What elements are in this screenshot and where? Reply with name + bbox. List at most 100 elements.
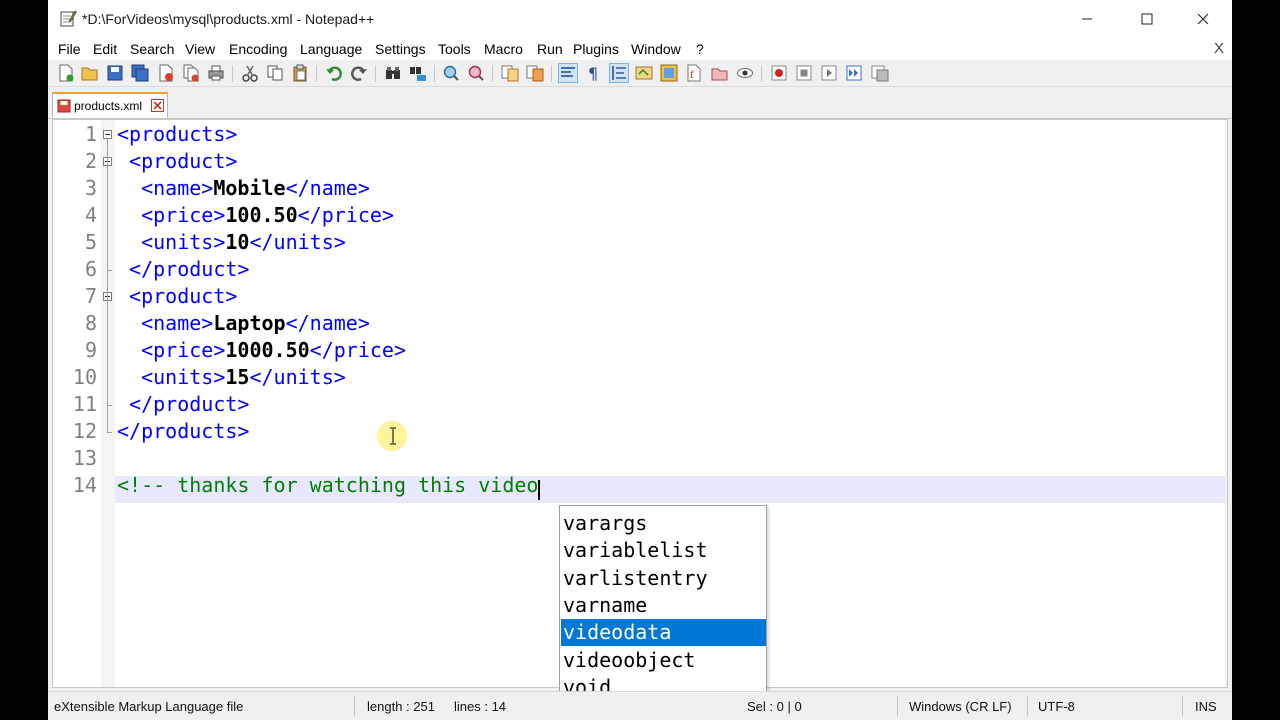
zoom-in-button[interactable] xyxy=(442,64,460,82)
status-separator xyxy=(354,696,355,716)
fold-margin[interactable] xyxy=(101,120,115,687)
autocomplete-item[interactable]: variablelist xyxy=(561,537,766,564)
word-wrap-icon xyxy=(561,67,575,77)
stop-recording-button[interactable] xyxy=(795,64,813,82)
tab-close-icon[interactable] xyxy=(151,99,164,112)
undo-button[interactable] xyxy=(325,64,343,82)
autocomplete-item[interactable]: videodata xyxy=(561,619,766,647)
undo-icon xyxy=(326,66,342,81)
code-line[interactable]: </products> xyxy=(117,418,249,445)
code-line[interactable]: <units>15</units> xyxy=(117,364,346,391)
menu-encoding[interactable]: Encoding xyxy=(229,41,287,57)
line-number: 6 xyxy=(84,257,97,281)
print-button[interactable] xyxy=(207,64,225,82)
xml-tag: <units> xyxy=(117,230,226,254)
menu-plugins[interactable]: Plugins xyxy=(573,41,619,57)
run-macro-multiple-button[interactable] xyxy=(845,64,863,82)
redo-button[interactable] xyxy=(350,64,368,82)
code-line[interactable]: <products> xyxy=(117,121,237,148)
xml-tag: </product> xyxy=(117,392,250,416)
xml-comment: <!-- thanks for watching this video xyxy=(117,473,539,497)
word-wrap-button[interactable] xyxy=(558,63,578,83)
autocomplete-item[interactable]: varname xyxy=(561,592,766,619)
menu-macro[interactable]: Macro xyxy=(484,41,523,57)
code-line[interactable]: </product> xyxy=(117,256,249,283)
minimize-button[interactable] xyxy=(1064,0,1110,38)
playback-button[interactable] xyxy=(820,64,838,82)
open-file-button[interactable] xyxy=(81,64,99,82)
tab-bar: products.xml xyxy=(48,87,1232,119)
fold-end-marker xyxy=(107,405,112,406)
menu-tools[interactable]: Tools xyxy=(438,41,471,57)
code-line[interactable]: </product> xyxy=(117,391,249,418)
code-line[interactable]: <name>Mobile</name> xyxy=(117,175,370,202)
menu-settings[interactable]: Settings xyxy=(375,41,426,57)
close-all-button[interactable] xyxy=(182,64,200,82)
menu-view[interactable]: View xyxy=(185,41,215,57)
line-number: 8 xyxy=(84,311,97,335)
menu-language[interactable]: Language xyxy=(300,41,362,57)
line-number: 10 xyxy=(72,365,97,389)
monitoring-button[interactable] xyxy=(736,64,754,82)
sync-horizontal-button[interactable] xyxy=(526,64,544,82)
sync-vertical-button[interactable] xyxy=(501,64,519,82)
xml-text: 10 xyxy=(225,230,250,254)
notepadpp-app-icon xyxy=(60,10,77,27)
toolbar-separator xyxy=(761,65,762,82)
line-number: 7 xyxy=(84,284,97,308)
menu-file[interactable]: File xyxy=(58,41,81,57)
menu-help[interactable]: ? xyxy=(696,41,704,57)
code-line[interactable]: <name>Laptop</name> xyxy=(117,310,370,337)
new-file-button[interactable] xyxy=(57,64,75,82)
code-line[interactable]: <product> xyxy=(117,283,237,310)
xml-tag: <product> xyxy=(117,149,238,173)
vertical-scrollbar[interactable] xyxy=(1225,120,1227,687)
zoom-out-button[interactable] xyxy=(467,64,485,82)
menu-search[interactable]: Search xyxy=(130,41,174,57)
close-button[interactable] xyxy=(1180,0,1226,38)
tab-products-xml[interactable]: products.xml xyxy=(52,92,168,118)
find-button[interactable] xyxy=(384,64,402,82)
pilcrow-icon: ¶ xyxy=(588,64,598,82)
close-file-button[interactable] xyxy=(157,64,175,82)
show-all-characters-button[interactable]: ¶ xyxy=(584,64,602,82)
autocomplete-item[interactable]: videoobject xyxy=(561,647,766,674)
replace-button[interactable] xyxy=(409,64,427,82)
folder-workspace-button[interactable] xyxy=(711,64,729,82)
cut-button[interactable] xyxy=(241,64,259,82)
user-language-button[interactable] xyxy=(635,64,653,82)
autocomplete-item[interactable]: varlistentry xyxy=(561,565,766,592)
user-language-icon xyxy=(635,66,653,80)
xml-tag: </products> xyxy=(117,419,250,443)
save-macro-button[interactable] xyxy=(871,64,889,82)
paste-button[interactable] xyxy=(291,64,309,82)
copy-button[interactable] xyxy=(266,64,284,82)
fold-collapse-icon[interactable] xyxy=(103,130,112,139)
xml-tag: <price> xyxy=(117,203,226,227)
code-line[interactable]: <product> xyxy=(117,148,237,175)
close-document-button[interactable]: X xyxy=(1214,40,1224,57)
toolbar-separator xyxy=(492,65,493,82)
code-line[interactable]: <units>10</units> xyxy=(117,229,346,256)
code-line[interactable]: <price>100.50</price> xyxy=(117,202,394,229)
new-file-icon xyxy=(59,64,74,82)
menu-edit[interactable]: Edit xyxy=(93,41,117,57)
toolbar-separator xyxy=(316,65,317,82)
save-all-button[interactable] xyxy=(131,64,149,82)
code-line[interactable]: <price>1000.50</price> xyxy=(117,337,406,364)
function-list-button[interactable]: f xyxy=(685,64,703,82)
menu-run[interactable]: Run xyxy=(537,41,563,57)
function-list-icon: f xyxy=(687,64,701,82)
code-line[interactable]: <!-- thanks for watching this video xyxy=(117,472,538,499)
line-number: 14 xyxy=(72,473,97,497)
autocomplete-item[interactable]: varargs xyxy=(561,510,766,537)
maximize-button[interactable] xyxy=(1124,0,1170,38)
xml-tag: </name> xyxy=(285,311,370,335)
line-number: 11 xyxy=(72,392,97,416)
start-recording-button[interactable] xyxy=(770,64,788,82)
indent-guide-button[interactable] xyxy=(609,63,629,83)
document-map-button[interactable] xyxy=(660,64,678,82)
save-button[interactable] xyxy=(106,64,124,82)
menu-window[interactable]: Window xyxy=(631,41,681,57)
autocomplete-list[interactable]: varargs variablelist varlistentry varname vi… xyxy=(559,505,767,720)
